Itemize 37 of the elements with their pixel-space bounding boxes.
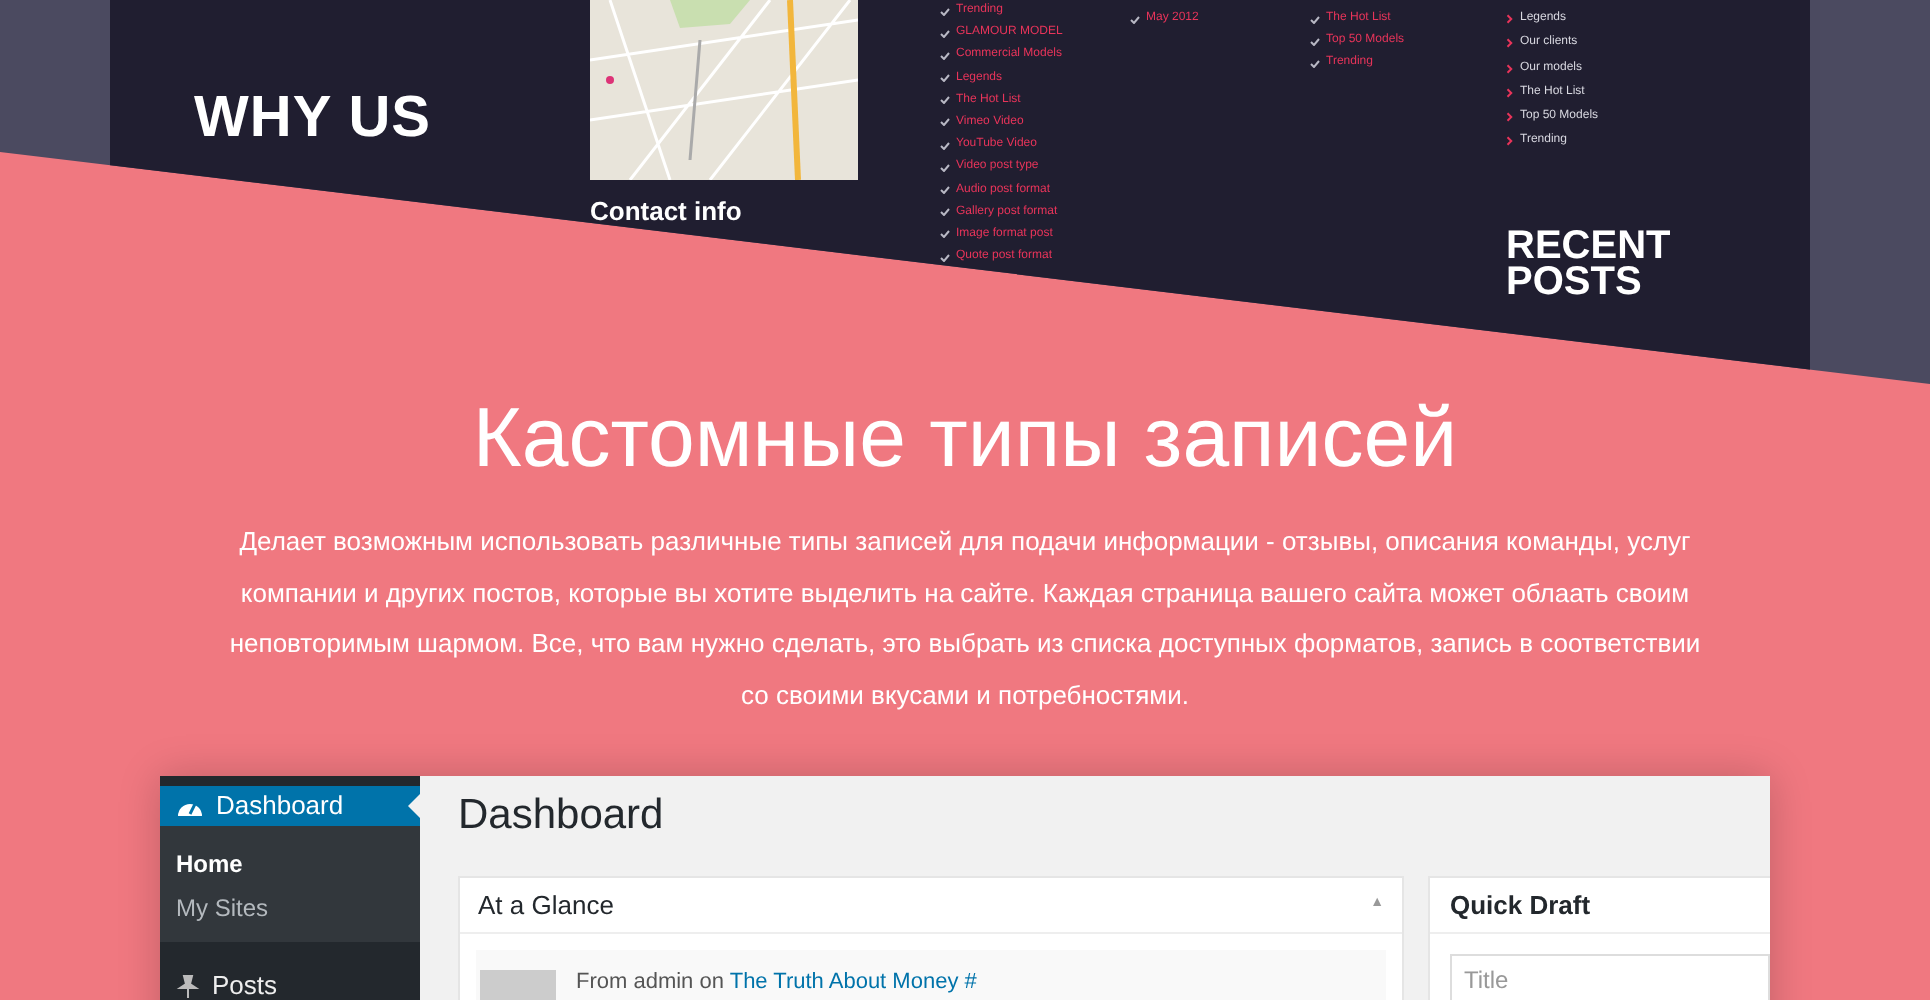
check-icon	[940, 118, 950, 127]
post-link[interactable]: The Truth About Money #	[729, 970, 977, 994]
chevron-right-icon	[1506, 112, 1514, 123]
title-input[interactable]: Title	[1450, 954, 1770, 1000]
section-heading: RECENT POSTS	[1506, 228, 1673, 301]
pin-icon	[176, 974, 200, 998]
section-heading: Contact info	[590, 196, 744, 228]
check-icon	[940, 141, 950, 150]
check-icon	[940, 74, 950, 83]
chevron-right-icon	[1506, 38, 1514, 49]
page-title: Dashboard	[458, 790, 666, 842]
check-icon	[940, 208, 950, 217]
check-icon	[1310, 59, 1320, 68]
chevron-right-icon	[1506, 63, 1514, 74]
check-icon	[1310, 37, 1320, 46]
sidebar-submenu-item[interactable]: My Sites	[160, 886, 420, 942]
check-icon	[940, 230, 950, 239]
check-icon	[940, 186, 950, 194]
check-icon	[1130, 15, 1140, 23]
chevron-right-icon	[1506, 14, 1514, 24]
sidebar-submenu-item[interactable]: Home	[160, 826, 420, 886]
sidebar-menu-item[interactable]: Dashboard	[160, 786, 420, 826]
panel-title: At a Glance	[478, 887, 614, 924]
panel-title: Quick Draft	[1450, 887, 1591, 924]
check-icon	[940, 253, 950, 262]
check-icon	[940, 51, 950, 60]
activity-text: From admin on The Truth About Money #	[576, 968, 977, 998]
check-icon	[940, 96, 950, 105]
check-icon	[1310, 15, 1320, 23]
hero-description: Делает возможным использовать различные типы записей для подачи информации - отзывы, описания команды, услуг компании и других постов, которые вы хотите выделить на сайте. Каждая страница вашего сайта может облаать своим неповторимым шармом. Все, что вам нужно сделать, это выбрать из списка доступных форматов, запись в соответствии со своими вкусами и потребностями.	[227, 524, 1703, 714]
chevron-right-icon	[1506, 136, 1514, 147]
check-icon	[940, 7, 950, 15]
hero-title: Кастомные типы записей	[472, 388, 1458, 488]
check-icon	[940, 163, 950, 172]
chevron-right-icon	[1506, 87, 1514, 98]
section-heading: WHY US	[194, 88, 433, 148]
check-icon	[940, 29, 950, 38]
